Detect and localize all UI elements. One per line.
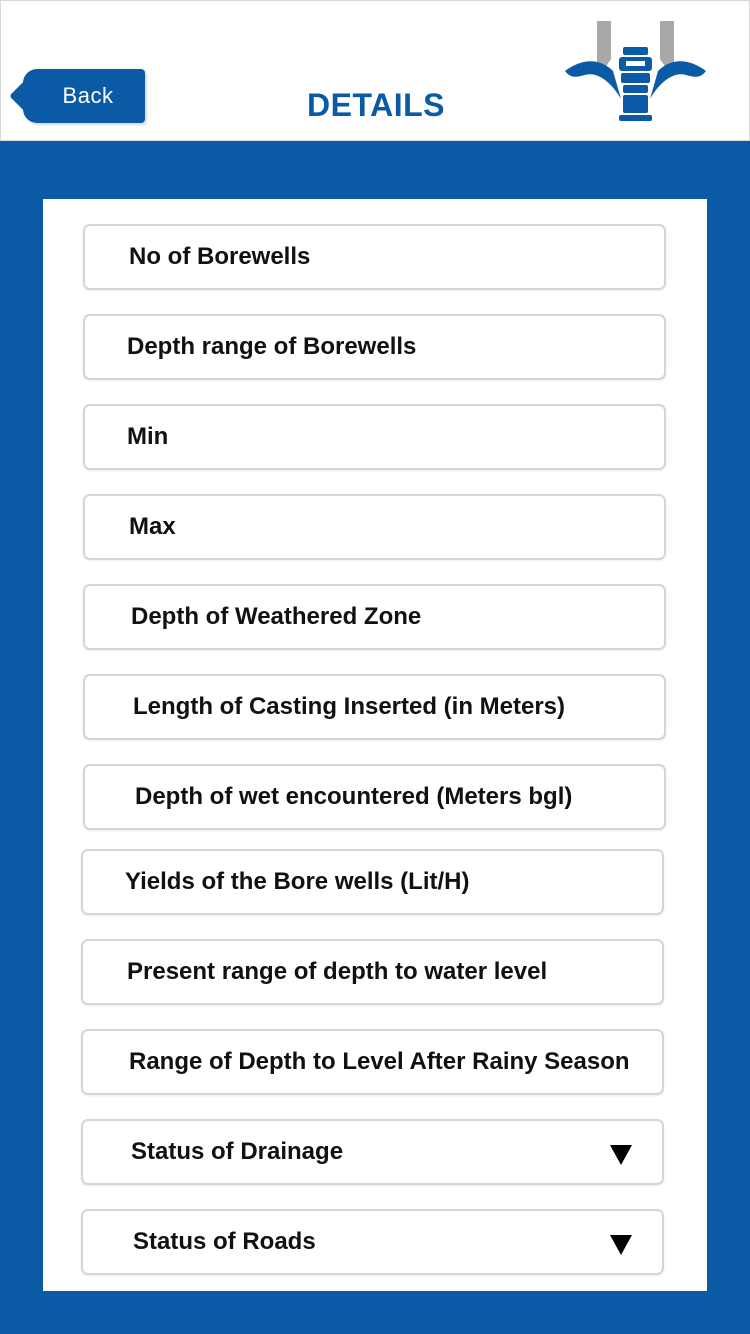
- field-placeholder-label: Status of Drainage: [131, 1138, 344, 1165]
- field-placeholder-label: Range of Depth to Level After Rainy Seas…: [129, 1048, 630, 1075]
- field-placeholder-label: Present range of depth to water level: [127, 958, 548, 985]
- text-input-field[interactable]: Max: [83, 494, 666, 560]
- text-input-field[interactable]: No of Borewells: [83, 224, 666, 290]
- field-placeholder-label: Depth range of Borewells: [127, 333, 417, 360]
- text-input-field[interactable]: Range of Depth to Level After Rainy Seas…: [81, 1029, 664, 1095]
- field-placeholder-label: Depth of Weathered Zone: [131, 603, 422, 630]
- text-input-field[interactable]: Yields of the Bore wells (Lit/H): [81, 849, 664, 915]
- field-placeholder-label: Status of Roads: [133, 1228, 316, 1255]
- field-placeholder-label: Yields of the Bore wells (Lit/H): [125, 868, 470, 895]
- field-placeholder-label: No of Borewells: [129, 243, 311, 270]
- app-header: Back DETAILS: [0, 0, 750, 141]
- text-input-field[interactable]: Depth range of Borewells: [83, 314, 666, 380]
- dropdown-arrow-icon[interactable]: [610, 1145, 632, 1165]
- text-input-field[interactable]: Length of Casting Inserted (in Meters): [83, 674, 666, 740]
- text-input-field[interactable]: Depth of wet encountered (Meters bgl): [83, 764, 666, 830]
- dropdown-select[interactable]: Status of Roads: [81, 1209, 664, 1275]
- hydrant-logo-icon: [565, 21, 706, 121]
- field-placeholder-label: Min: [127, 423, 169, 450]
- text-input-field[interactable]: Present range of depth to water level: [81, 939, 664, 1005]
- field-placeholder-label: Depth of wet encountered (Meters bgl): [135, 783, 573, 810]
- text-input-field[interactable]: Depth of Weathered Zone: [83, 584, 666, 650]
- field-placeholder-label: Length of Casting Inserted (in Meters): [133, 693, 566, 720]
- text-input-field[interactable]: Min: [83, 404, 666, 470]
- dropdown-select[interactable]: Status of Drainage: [81, 1119, 664, 1185]
- field-placeholder-label: Max: [129, 513, 176, 540]
- dropdown-arrow-icon[interactable]: [610, 1235, 632, 1255]
